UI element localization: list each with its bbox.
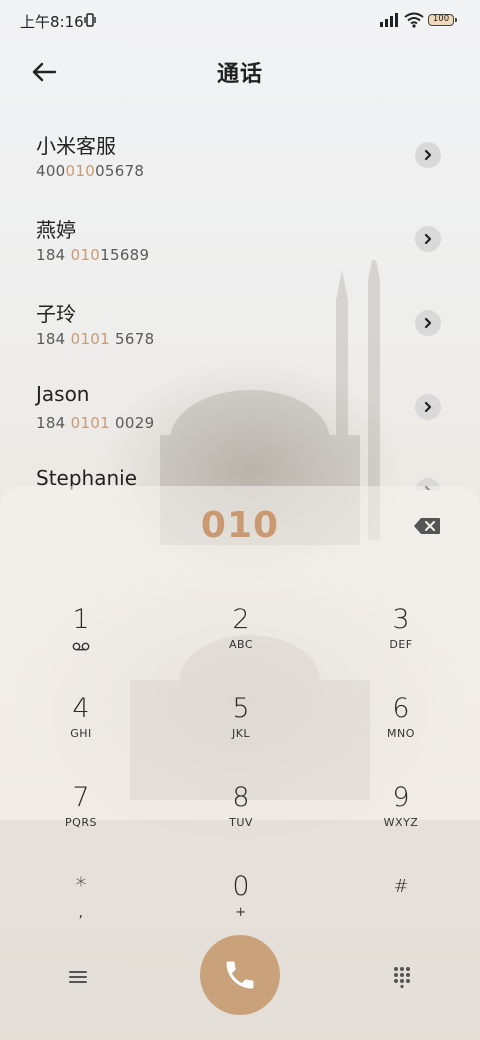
header: 通话 — [0, 48, 480, 94]
number-suffix: 05678 — [95, 162, 145, 180]
contact-number: 184 0101 5678 — [36, 330, 154, 348]
contact-detail-button[interactable] — [415, 142, 441, 168]
contact-results-list: 小米客服 40001005678 燕婷 184 01015689 子玲 184 … — [0, 120, 480, 490]
key-letters — [341, 905, 461, 919]
chevron-right-icon — [424, 149, 432, 161]
bottom-action-bar — [0, 935, 480, 1019]
key-9[interactable]: 9 WXYZ — [341, 782, 461, 852]
status-bar: 上午8:16 100 — [0, 0, 480, 42]
chevron-right-icon — [424, 233, 432, 245]
contact-name: 小米客服 — [36, 134, 116, 158]
key-1[interactable]: 1 — [21, 604, 141, 674]
phone-icon — [226, 961, 254, 989]
contact-number: 184 0101 0029 — [36, 414, 154, 432]
key-digit: 1 — [72, 604, 90, 635]
key-3[interactable]: 3 DEF — [341, 604, 461, 674]
contact-row[interactable]: Jason 184 0101 0029 — [0, 372, 480, 452]
number-prefix: 184 — [36, 414, 71, 432]
contact-number: 184 01015689 — [36, 246, 149, 264]
key-letters: PQRS — [65, 816, 97, 829]
contact-row[interactable]: 小米客服 40001005678 — [0, 120, 480, 200]
key-digit: 3 — [392, 604, 410, 635]
key-letters: WXYZ — [383, 816, 419, 829]
key-5[interactable]: 5 JKL — [181, 693, 301, 763]
key-letters: TUV — [229, 816, 253, 829]
key-digit: 8 — [232, 782, 250, 813]
key-digit: * — [75, 874, 87, 899]
key-digit: 9 — [392, 782, 410, 813]
signal-icon — [380, 13, 398, 27]
key-4[interactable]: 4 GHI — [21, 693, 141, 763]
key-7[interactable]: 7 PQRS — [21, 782, 141, 852]
key-letters: , — [78, 905, 84, 921]
key-letters: ABC — [228, 638, 254, 651]
backspace-button[interactable] — [412, 514, 442, 538]
key-0[interactable]: 0 + — [181, 871, 301, 941]
dial-number-display[interactable]: 010 — [0, 505, 480, 546]
contact-name: Jason — [36, 382, 90, 406]
contact-detail-button[interactable] — [415, 226, 441, 252]
number-match-highlight: 010 — [65, 162, 96, 180]
menu-icon — [69, 971, 87, 983]
key-hash[interactable]: # — [341, 871, 461, 941]
contact-number: 40001005678 — [36, 162, 144, 180]
battery-icon: 100 — [428, 14, 457, 26]
contact-row[interactable]: Stephanie — [0, 456, 480, 490]
key-letters: JKL — [231, 727, 251, 740]
number-match-highlight: 0101 — [70, 330, 110, 348]
contact-name: 燕婷 — [36, 218, 76, 242]
dialpad-icon — [394, 967, 410, 988]
menu-button[interactable] — [62, 963, 94, 991]
key-digit: 6 — [392, 693, 410, 724]
contact-row[interactable]: 燕婷 184 01015689 — [0, 204, 480, 284]
key-digit: 4 — [72, 693, 90, 724]
number-suffix: 15689 — [100, 246, 150, 264]
key-8[interactable]: 8 TUV — [181, 782, 301, 852]
backspace-icon — [414, 518, 440, 534]
key-2[interactable]: 2 ABC — [181, 604, 301, 674]
number-match-highlight: 010 — [70, 246, 101, 264]
contact-row[interactable]: 子玲 184 0101 5678 — [0, 288, 480, 368]
voicemail-icon — [72, 642, 90, 651]
key-digit: 5 — [232, 693, 250, 724]
key-digit: 2 — [232, 604, 250, 635]
key-letters: MNO — [387, 727, 415, 740]
call-button[interactable] — [200, 935, 280, 1015]
key-letters: + — [235, 905, 247, 920]
key-6[interactable]: 6 MNO — [341, 693, 461, 763]
status-time: 上午8:16 — [20, 13, 84, 31]
number-suffix: 0029 — [109, 414, 155, 432]
vibrate-icon — [84, 13, 96, 27]
contact-detail-button[interactable] — [415, 310, 441, 336]
contact-detail-button[interactable] — [415, 394, 441, 420]
contact-name: 子玲 — [36, 302, 76, 326]
number-match-highlight: 0101 — [70, 414, 110, 432]
key-star[interactable]: * , — [21, 871, 141, 941]
key-letters: DEF — [389, 638, 413, 651]
number-prefix: 184 — [36, 246, 71, 264]
key-digit: 0 — [232, 871, 250, 902]
key-letters: GHI — [70, 727, 92, 740]
page-title: 通话 — [216, 62, 263, 87]
chevron-right-icon — [424, 317, 432, 329]
chevron-right-icon — [424, 401, 432, 413]
number-prefix: 184 — [36, 330, 71, 348]
key-digit: # — [393, 876, 409, 897]
key-digit: 7 — [72, 782, 90, 813]
wifi-icon — [404, 12, 424, 28]
number-prefix: 400 — [36, 162, 66, 180]
number-suffix: 5678 — [109, 330, 155, 348]
dialpad-toggle-button[interactable] — [386, 961, 418, 993]
